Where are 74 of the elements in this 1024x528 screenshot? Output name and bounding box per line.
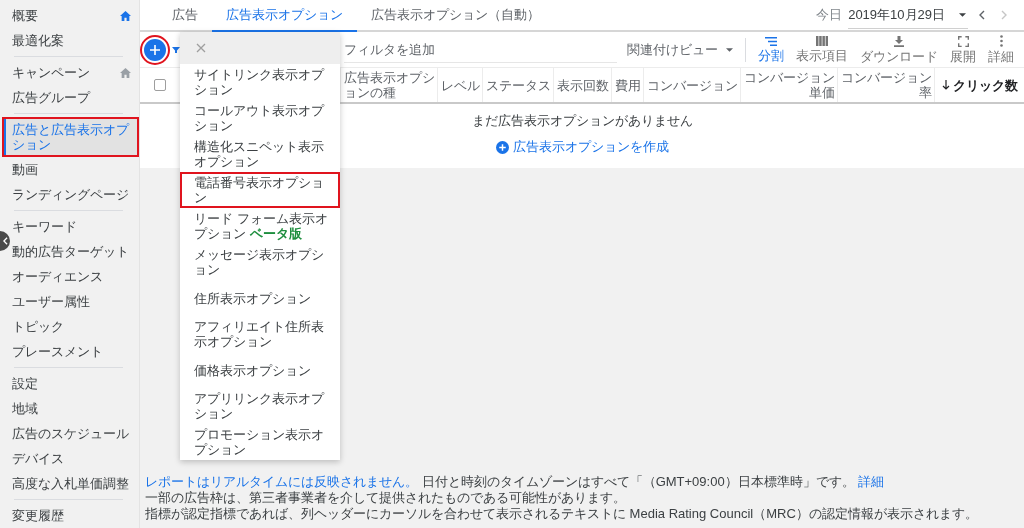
notice-link[interactable]: レポートはリアルタイムには反映されません。	[145, 474, 418, 489]
sidebar-item[interactable]: 地域	[10, 396, 139, 421]
create-link[interactable]: 広告表示オプションを作成	[495, 138, 669, 156]
menu-item[interactable]: プロモーション表示オプション	[180, 424, 340, 460]
add-button[interactable]	[140, 34, 170, 65]
chevron-left-icon	[979, 10, 985, 20]
sidebar-item[interactable]: 最適化案	[10, 28, 139, 53]
sidebar-item[interactable]: キャンペーン	[10, 60, 139, 85]
plus-circle-icon	[495, 140, 509, 154]
menu-item[interactable]: コールアウト表示オプション	[180, 100, 340, 136]
sidebar-item[interactable]: キーワード	[10, 214, 139, 239]
expand-button[interactable]: 展開	[944, 35, 982, 64]
tab[interactable]: 広告	[158, 0, 212, 32]
menu-item[interactable]: 価格表示オプション	[180, 352, 340, 388]
column-header[interactable]: 表示回数	[553, 68, 611, 102]
sidebar-item[interactable]: オーディエンス	[10, 264, 139, 289]
lines-icon	[765, 36, 777, 46]
more-icon	[999, 35, 1003, 47]
download-icon	[893, 35, 905, 47]
sidebar-item[interactable]: ランディングページ	[10, 182, 139, 207]
caret-icon	[959, 12, 966, 17]
columns-button[interactable]: 表示項目	[790, 36, 854, 63]
sidebar-item[interactable]: 動的広告ターゲット	[10, 239, 139, 264]
timezone-text: 日付と時刻のタイムゾーンはすべて「（GMT+09:00）日本標準時」です。	[421, 474, 855, 489]
columns-icon	[816, 36, 828, 46]
sidebar-item[interactable]: 設定	[10, 371, 139, 396]
sidebar-item[interactable]: 広告と広告表示オプション	[2, 117, 139, 157]
date-dropdown[interactable]: 2019年10月29日	[848, 1, 968, 29]
details-link[interactable]: 詳細	[858, 474, 885, 489]
column-header[interactable]: 費用	[611, 68, 643, 102]
sidebar-item[interactable]: 広告グループ	[10, 85, 139, 110]
close-icon	[196, 43, 206, 53]
split-button[interactable]: 分割	[752, 36, 790, 63]
arrow-down-icon	[942, 80, 950, 90]
sidebar-item[interactable]: 概要	[10, 3, 139, 28]
column-header[interactable]: コンバージョン率	[837, 68, 934, 102]
chevron-right-icon	[1001, 10, 1007, 20]
footer-text: 指標が認定指標であれば、列ヘッダーにカーソルを合わせて表示されるテキストに Media Rating Council（MRC）の認定情報が表示されます。	[145, 506, 979, 522]
column-header[interactable]: コンバージョン	[643, 68, 740, 102]
view-dropdown[interactable]: 関連付けビュー	[627, 40, 733, 59]
expand-icon	[957, 35, 969, 47]
column-header[interactable]: クリック数	[934, 68, 1024, 102]
caret-icon	[726, 47, 733, 52]
footer-text: 一部の広告枠は、第三者事業者を介して提供されたものである可能性があります。	[145, 490, 627, 506]
sidebar-item[interactable]: ユーザー属性	[10, 289, 139, 314]
menu-item[interactable]: アフィリエイト住所表示オプション	[180, 316, 340, 352]
filter-icon[interactable]	[172, 46, 180, 53]
download-button[interactable]: ダウンロード	[854, 35, 944, 64]
sidebar-item[interactable]: 広告のスケジュール	[10, 421, 139, 446]
menu-item[interactable]: サイトリンク表示オプション	[180, 64, 340, 100]
plus-icon	[150, 44, 160, 55]
chevron-left-icon	[2, 237, 8, 245]
column-header[interactable]: レベル	[437, 68, 482, 102]
more-button[interactable]: 詳細	[982, 35, 1020, 64]
beta-label: ベータ版	[250, 226, 302, 241]
sidebar-item[interactable]: トピック	[10, 314, 139, 339]
empty-message: まだ広告表示オプションがありません	[471, 112, 693, 130]
select-all-checkbox[interactable]	[154, 79, 166, 91]
sidebar-item[interactable]: 変更履歴	[10, 503, 139, 528]
sidebar-item[interactable]: 高度な入札単価調整	[10, 471, 139, 496]
menu-item[interactable]: リード フォーム表示オプション ベータ版	[180, 208, 340, 244]
menu-item[interactable]: アプリリンク表示オプション	[180, 388, 340, 424]
sidebar-item[interactable]: プレースメント	[10, 339, 139, 364]
menu-item[interactable]: 電話番号表示オプション	[180, 172, 340, 208]
column-header[interactable]: ステータス	[482, 68, 553, 102]
collapse-button[interactable]	[0, 231, 10, 251]
sidebar-item[interactable]: 動画	[10, 157, 139, 182]
sidebar-item[interactable]: デバイス	[10, 446, 139, 471]
menu-item[interactable]: 構造化スニペット表示オプション	[180, 136, 340, 172]
date-label: 今日	[816, 6, 843, 24]
tab[interactable]: 広告表示オプション（自動）	[357, 0, 554, 32]
menu-item[interactable]: 住所表示オプション	[180, 280, 340, 316]
column-header[interactable]: コンバージョン単価	[740, 68, 837, 102]
menu-item[interactable]: メッセージ表示オプション	[180, 244, 340, 280]
